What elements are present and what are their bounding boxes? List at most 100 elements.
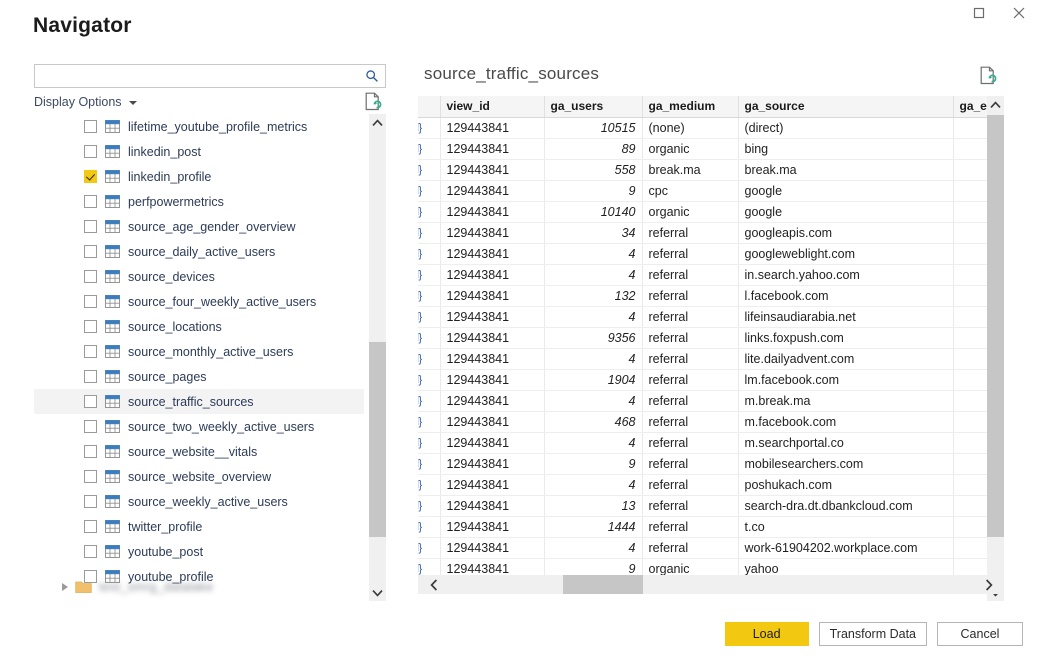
table-row[interactable]: ıll}1294438414referralm.break.ma [418,390,988,412]
tree-item-checkbox[interactable] [84,145,97,158]
tree-item[interactable]: source_four_weekly_active_users [34,289,364,314]
refresh-page-icon-left[interactable] [365,92,382,116]
row-record-icon-cell[interactable]: ıll} [418,369,441,391]
tree-folder-node[interactable]: test_smrg_datalake [34,574,214,599]
tree-item-checkbox[interactable] [84,345,97,358]
table-row[interactable]: ıll}1294438419cpcgoogle [418,180,988,202]
tree-vertical-scrollbar[interactable] [369,114,386,601]
row-record-icon-cell[interactable]: ıll} [418,453,441,475]
table-row[interactable]: ıll}12944384110140organicgoogle [418,201,988,223]
tree-item-checkbox[interactable] [84,545,97,558]
tree-item[interactable]: linkedin_profile [34,164,364,189]
column-header-ga-source[interactable]: ga_source [738,96,954,118]
tree-item[interactable]: source_daily_active_users [34,239,364,264]
chevron-right-icon[interactable] [979,575,998,594]
tree-item[interactable]: source_age_gender_overview [34,214,364,239]
table-row[interactable]: ıll}1294438419referralmobilesearchers.co… [418,453,988,475]
row-record-icon-cell[interactable]: ıll} [418,117,441,139]
chevron-up-icon[interactable] [369,114,386,131]
row-record-icon-cell[interactable]: ıll} [418,306,441,328]
column-header-rownum[interactable] [418,96,441,118]
table-row[interactable]: ıll}129443841558break.mabreak.ma [418,159,988,181]
tree-item-checkbox[interactable] [84,395,97,408]
search-input[interactable] [35,66,361,86]
column-header-view-id[interactable]: view_id [440,96,545,118]
table-tree-panel[interactable]: lifetime_youtube_profile_metrics linkedin… [34,114,386,601]
tree-item[interactable]: youtube_post [34,539,364,564]
tree-item[interactable]: source_devices [34,264,364,289]
tree-item-checkbox[interactable] [84,295,97,308]
tree-item[interactable]: twitter_profile [34,514,364,539]
chevron-left-icon[interactable] [424,575,443,594]
tree-item[interactable]: source_website__vitals [34,439,364,464]
search-icon[interactable] [361,65,383,87]
row-record-icon-cell[interactable]: ıll} [418,285,441,307]
row-record-icon-cell[interactable]: ıll} [418,390,441,412]
table-row[interactable]: ıll}12944384134referralgoogleapis.com [418,222,988,244]
row-record-icon-cell[interactable]: ıll} [418,243,441,265]
tree-item-checkbox[interactable] [84,445,97,458]
expand-triangle-icon[interactable] [62,582,68,591]
tree-item[interactable]: source_website_overview [34,464,364,489]
column-header-ga-medium[interactable]: ga_medium [642,96,739,118]
tree-item[interactable]: source_traffic_sources [34,389,364,414]
row-record-icon-cell[interactable]: ıll} [418,222,441,244]
chevron-up-icon[interactable] [987,96,1004,113]
row-record-icon-cell[interactable]: ıll} [418,537,441,559]
tree-item-checkbox[interactable] [84,120,97,133]
row-record-icon-cell[interactable]: ıll} [418,138,441,160]
table-row[interactable]: ıll}1294438414referralwork-61904202.work… [418,537,988,559]
tree-item-checkbox[interactable] [84,195,97,208]
horizontal-scrollbar-thumb[interactable] [563,575,643,594]
row-record-icon-cell[interactable]: ıll} [418,348,441,370]
tree-item-checkbox[interactable] [84,520,97,533]
tree-item-checkbox[interactable] [84,420,97,433]
column-header-ga-users[interactable]: ga_users [544,96,643,118]
row-record-icon-cell[interactable]: ıll} [418,264,441,286]
load-button[interactable]: Load [724,622,809,646]
row-record-icon-cell[interactable]: ıll} [418,516,441,538]
tree-item-checkbox[interactable] [84,370,97,383]
transform-data-button[interactable]: Transform Data [818,622,927,646]
cancel-button[interactable]: Cancel [937,622,1023,646]
table-row[interactable]: ıll}1294438414referralm.searchportal.co [418,432,988,454]
table-row[interactable]: ıll}129443841132referrall.facebook.com [418,285,988,307]
tree-scrollbar-thumb[interactable] [369,342,386,537]
table-row[interactable]: ıll}1294438414referralgoogleweblight.com [418,243,988,265]
tree-item-checkbox[interactable] [84,320,97,333]
column-header-ga-exit[interactable]: ga_exi [953,96,988,118]
table-row[interactable]: ıll}1294438411904referrallm.facebook.com [418,369,988,391]
display-options-dropdown[interactable]: Display Options [34,95,137,109]
tree-item-checkbox[interactable] [84,170,97,183]
row-record-icon-cell[interactable]: ıll} [418,159,441,181]
table-row[interactable]: ıll}12944384110515(none)(direct) [418,117,988,139]
data-preview-panel[interactable]: view_id ga_users ga_medium ga_source ga_… [418,96,1004,601]
table-vertical-scrollbar[interactable] [987,96,1004,601]
table-row[interactable]: ıll}1294438414referrallite.dailyadvent.c… [418,348,988,370]
table-row[interactable]: ıll}129443841468referralm.facebook.com [418,411,988,433]
tree-item-checkbox[interactable] [84,270,97,283]
tree-item-checkbox[interactable] [84,220,97,233]
table-horizontal-scrollbar[interactable] [418,575,1004,594]
row-record-icon-cell[interactable]: ıll} [418,495,441,517]
refresh-page-icon-right[interactable] [980,66,997,90]
row-record-icon-cell[interactable]: ıll} [418,411,441,433]
row-record-icon-cell[interactable]: ıll} [418,474,441,496]
row-record-icon-cell[interactable]: ıll} [418,201,441,223]
table-row[interactable]: ıll}12944384189organicbing [418,138,988,160]
close-button[interactable] [999,0,1039,26]
tree-item[interactable]: source_weekly_active_users [34,489,364,514]
row-record-icon-cell[interactable]: ıll} [418,432,441,454]
chevron-down-icon[interactable] [369,584,386,601]
table-row[interactable]: ıll}1294438414referrallifeinsaudiarabia.… [418,306,988,328]
tree-item[interactable]: source_two_weekly_active_users [34,414,364,439]
table-row[interactable]: ıll}1294438414referralposhukach.com [418,474,988,496]
tree-item[interactable]: source_locations [34,314,364,339]
row-record-icon-cell[interactable]: ıll} [418,327,441,349]
tree-item[interactable]: perfpowermetrics [34,189,364,214]
tree-item[interactable]: linkedin_post [34,139,364,164]
table-row[interactable]: ıll}1294438411444referralt.co [418,516,988,538]
tree-item[interactable]: source_pages [34,364,364,389]
table-row[interactable]: ıll}1294438419356referrallinks.foxpush.c… [418,327,988,349]
table-scrollbar-thumb[interactable] [987,115,1004,537]
